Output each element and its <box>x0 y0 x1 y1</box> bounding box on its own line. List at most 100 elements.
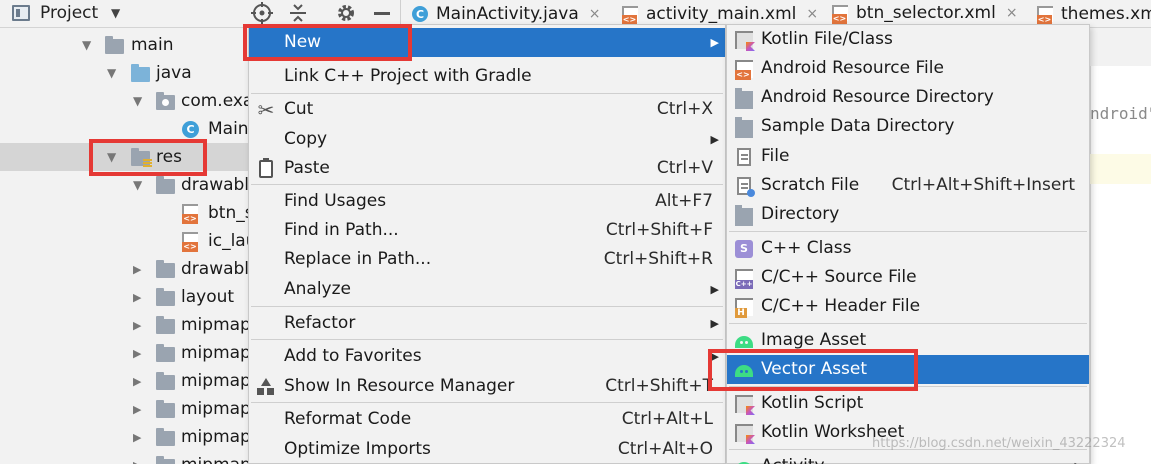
menu-item-file[interactable]: File <box>727 142 1089 171</box>
menu-item-label: Directory <box>761 204 840 224</box>
project-view-label[interactable]: Project <box>40 3 98 23</box>
menu-item-copy[interactable]: Copy ▶ <box>249 125 725 154</box>
menu-item-link-cpp[interactable]: Link C++ Project with Gradle <box>249 62 725 91</box>
new-submenu: Kotlin File/Class Android Resource File … <box>726 24 1090 464</box>
menu-item-shortcut: Ctrl+Shift+T <box>605 376 713 396</box>
menu-item-cpp-class[interactable]: S C++ Class <box>727 234 1089 263</box>
collapse-arrow-icon[interactable] <box>133 318 141 332</box>
tree-item-mipmap[interactable]: mipmap <box>0 423 251 451</box>
menu-item-analyze[interactable]: Analyze ▶ <box>249 275 725 304</box>
menu-item-shortcut: Ctrl+Shift+R <box>603 249 713 269</box>
expand-arrow-icon[interactable] <box>107 150 116 164</box>
menu-item-label: Vector Asset <box>761 359 868 379</box>
locate-target-icon[interactable] <box>251 2 273 24</box>
kotlin-file-icon <box>735 31 753 49</box>
collapse-arrow-icon[interactable] <box>133 346 141 360</box>
menu-item-label: Kotlin File/Class <box>761 29 893 49</box>
tab-label: MainActivity.java <box>436 4 579 24</box>
xml-file-icon <box>832 4 848 24</box>
expand-arrow-icon[interactable] <box>133 94 142 108</box>
watermark: https://blog.csdn.net/weixin_43222324 <box>872 436 1126 451</box>
code-snippet: ndroid" <box>1090 104 1151 123</box>
tree-item-mipmap[interactable]: mipmap <box>0 311 251 339</box>
folder-icon <box>735 117 753 138</box>
tab-label: btn_selector.xml <box>856 2 996 23</box>
tree-item-mipmap[interactable]: mipmap <box>0 339 251 367</box>
tree-item-drawable[interactable]: drawable <box>0 171 260 199</box>
menu-item-cpp-header-file[interactable]: C/C++ Header File <box>727 292 1089 321</box>
tree-item-mipmap[interactable]: mipmap <box>0 451 251 464</box>
menu-item-paste[interactable]: Paste Ctrl+V <box>249 154 725 183</box>
menu-item-add-to-favorites[interactable]: Add to Favorites ▶ <box>249 342 725 371</box>
menu-item-refactor[interactable]: Refactor ▶ <box>249 309 725 338</box>
submenu-arrow-icon: ▶ <box>1075 460 1083 464</box>
menu-item-directory[interactable]: Directory <box>727 200 1089 229</box>
menu-separator <box>251 402 723 403</box>
menu-item-replace-in-path[interactable]: Replace in Path... Ctrl+Shift+R <box>249 245 725 274</box>
collapse-arrow-icon[interactable] <box>133 402 141 416</box>
menu-item-find-in-path[interactable]: Find in Path... Ctrl+Shift+F <box>249 216 725 245</box>
hide-panel-icon[interactable] <box>371 2 393 24</box>
menu-item-new[interactable]: New ▶ <box>249 28 725 57</box>
menu-item-label: New <box>284 32 322 52</box>
close-icon[interactable]: × <box>589 6 601 22</box>
collapse-arrow-icon[interactable] <box>133 458 141 464</box>
collapse-arrow-icon[interactable] <box>133 374 141 388</box>
collapse-arrow-icon[interactable] <box>133 262 141 276</box>
close-icon[interactable]: × <box>1006 5 1018 21</box>
menu-item-sample-data-directory[interactable]: Sample Data Directory <box>727 112 1089 141</box>
folder-icon <box>156 428 175 446</box>
menu-item-kotlin-script[interactable]: Kotlin Script <box>727 389 1089 418</box>
tree-item-ic-launcher[interactable]: ic_lau <box>0 227 257 255</box>
tree-item-btn-selector[interactable]: btn_s <box>0 199 254 227</box>
menu-item-vector-asset[interactable]: Vector Asset <box>727 355 1089 384</box>
folder-icon <box>156 372 175 390</box>
tree-item-main-class[interactable]: C Main <box>0 115 249 143</box>
menu-item-label: C/C++ Source File <box>761 267 917 287</box>
tree-item-main[interactable]: main <box>0 31 248 59</box>
tree-item-mipmap[interactable]: mipmap <box>0 367 251 395</box>
tree-item-res[interactable]: res <box>0 143 248 171</box>
menu-item-label: Activity <box>761 456 825 464</box>
menu-item-show-in-resource-manager[interactable]: Show In Resource Manager Ctrl+Shift+T <box>249 372 725 401</box>
gear-icon[interactable] <box>335 2 357 24</box>
tree-item-mipmap[interactable]: mipmap <box>0 395 251 423</box>
java-class-icon: C <box>412 6 428 22</box>
expand-arrow-icon[interactable] <box>107 66 116 80</box>
menu-item-android-resource-directory[interactable]: Android Resource Directory <box>727 83 1089 112</box>
menu-item-cut[interactable]: ✂ Cut Ctrl+X <box>249 95 725 124</box>
tree-item-package[interactable]: com.exa <box>0 87 253 115</box>
menu-item-cpp-source-file[interactable]: C/C++ Source File <box>727 263 1089 292</box>
menu-item-scratch-file[interactable]: Scratch File Ctrl+Alt+Shift+Insert <box>727 171 1089 200</box>
menu-item-kotlin-file-class[interactable]: Kotlin File/Class <box>727 25 1089 54</box>
tree-item-java[interactable]: java <box>0 59 248 87</box>
resource-manager-icon <box>257 378 275 396</box>
tree-item-drawable-v24[interactable]: drawable <box>0 255 260 283</box>
tree-item-layout[interactable]: layout <box>0 283 248 311</box>
resource-folder-icon <box>131 148 152 167</box>
code-editor[interactable] <box>1090 28 1151 464</box>
menu-item-android-resource-file[interactable]: Android Resource File <box>727 54 1089 83</box>
menu-separator <box>729 323 1087 324</box>
tab-label: themes.xm <box>1061 4 1151 24</box>
menu-item-shortcut: Ctrl+Shift+F <box>605 220 713 240</box>
folder-icon <box>156 456 175 464</box>
menu-item-optimize-imports[interactable]: Optimize Imports Ctrl+Alt+O <box>249 435 725 464</box>
chevron-down-icon[interactable]: ▼ <box>111 6 120 20</box>
menu-item-activity[interactable]: Activity ▶ <box>727 452 1089 464</box>
close-icon[interactable]: × <box>806 6 818 22</box>
collapse-arrow-icon[interactable] <box>133 430 141 444</box>
collapse-all-icon[interactable] <box>287 2 309 24</box>
menu-item-label: Show In Resource Manager <box>284 376 515 396</box>
android-icon <box>735 336 753 348</box>
folder-icon <box>156 316 175 334</box>
collapse-arrow-icon[interactable] <box>133 290 141 304</box>
menu-item-find-usages[interactable]: Find Usages Alt+F7 <box>249 187 725 216</box>
scissors-icon: ✂ <box>257 98 275 122</box>
menu-item-image-asset[interactable]: Image Asset <box>727 326 1089 355</box>
expand-arrow-icon[interactable] <box>133 178 142 192</box>
file-icon <box>737 148 751 166</box>
project-tree: main java com.exa C Main res drawable bt… <box>0 28 260 464</box>
expand-arrow-icon[interactable] <box>82 38 91 52</box>
menu-item-reformat-code[interactable]: Reformat Code Ctrl+Alt+L <box>249 405 725 434</box>
